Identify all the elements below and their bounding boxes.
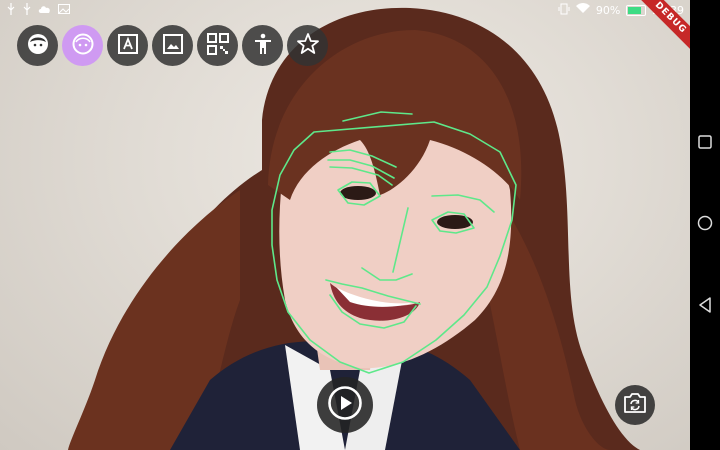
pose-detection-button[interactable] [242, 25, 283, 66]
camera-switch-icon [623, 392, 647, 418]
favorite-button[interactable] [287, 25, 328, 66]
star-icon [296, 32, 320, 60]
play-button[interactable] [317, 377, 373, 433]
pose-icon [251, 32, 275, 60]
play-icon [327, 385, 363, 425]
text-recognition-icon [116, 32, 140, 60]
cloud-icon [38, 4, 52, 17]
battery-icon [626, 4, 647, 16]
vibrate-icon [558, 3, 570, 18]
back-icon[interactable] [698, 296, 712, 317]
face-icon [26, 32, 50, 60]
usb-icon [22, 2, 32, 18]
eye-left [340, 186, 376, 200]
usb-icon [6, 2, 16, 18]
switch-camera-button[interactable] [615, 385, 655, 425]
barcode-scan-button[interactable] [197, 25, 238, 66]
image-label-button[interactable] [152, 25, 193, 66]
qr-code-icon [206, 32, 229, 59]
image-label-icon [161, 32, 185, 60]
eye-right [437, 215, 473, 229]
text-recognition-button[interactable] [107, 25, 148, 66]
battery-percent: 90% [595, 3, 621, 17]
status-bar: 90% 23:39 [0, 0, 690, 20]
detector-toolbar [17, 25, 328, 66]
wifi-icon [575, 3, 590, 17]
face-contour-button[interactable] [62, 25, 103, 66]
image-icon [58, 3, 70, 17]
camera-preview: 90% 23:39 DEBUG [0, 0, 690, 450]
face-contour-icon [71, 32, 95, 60]
recents-icon[interactable] [698, 134, 712, 153]
system-navigation-bar [690, 0, 720, 450]
face-detection-button[interactable] [17, 25, 58, 66]
home-icon[interactable] [697, 215, 713, 235]
